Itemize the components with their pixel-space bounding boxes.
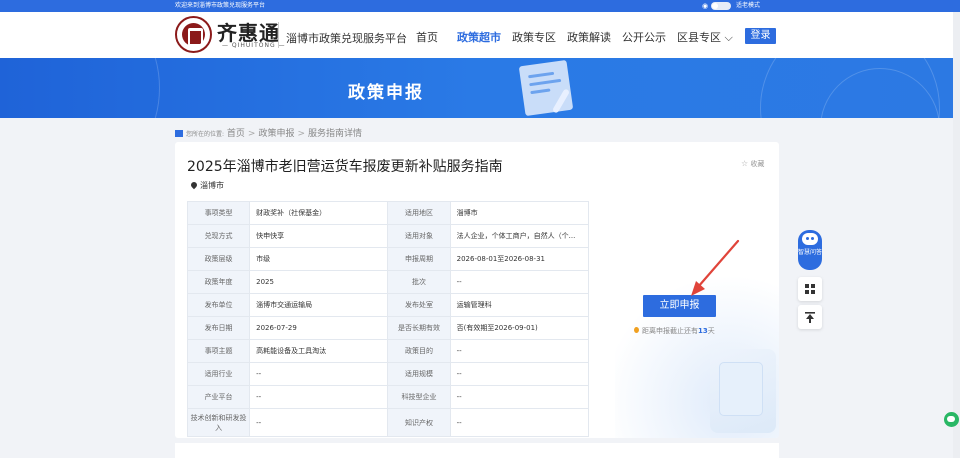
nav-public-notice[interactable]: 公开公示 (622, 29, 666, 45)
nav-policy-market[interactable]: 政策超市 (457, 29, 501, 45)
nav-district-zone[interactable]: 区县专区 ⌵ (677, 29, 733, 45)
logo-subtitle: — QIHUITONG — (222, 42, 286, 49)
info-label: 发布单位 (186, 293, 251, 317)
wechat-icon[interactable] (944, 412, 959, 427)
info-label: 产业平台 (186, 385, 251, 409)
welcome-text: 欢迎来到淄博市政策兑现服务平台 (175, 2, 266, 9)
info-value: -- (449, 385, 590, 409)
info-value: 高耗能设备及工具淘汰 (249, 339, 389, 363)
info-value: 财政奖补（社保基金） (249, 201, 389, 225)
breadcrumb-home[interactable]: 首页 (227, 129, 245, 139)
info-label: 事项类型 (186, 201, 251, 225)
info-value: 否(有效期至2026-09-01) (449, 316, 590, 340)
info-value: 2025 (249, 270, 389, 294)
smart-assistant-button[interactable]: 智慧问答 (798, 230, 822, 270)
page-scrollbar[interactable] (953, 12, 960, 458)
logo-emblem-icon[interactable] (175, 16, 212, 53)
breadcrumb: 您所在的位置: 首页 > 政策申报 > 服务指南详情 (175, 126, 362, 139)
breadcrumb-current: 服务指南详情 (308, 129, 363, 139)
home-icon (175, 130, 183, 137)
nav-policy-interpretation[interactable]: 政策解读 (567, 29, 611, 45)
nav-policy-zone[interactable]: 政策专区 (512, 29, 556, 45)
info-value: -- (249, 408, 389, 437)
info-label: 事项主题 (186, 339, 251, 363)
next-section-panel (175, 443, 779, 458)
info-label: 技术创新和研发投入 (186, 408, 251, 437)
nav-home[interactable]: 首页 (416, 29, 438, 45)
table-row: 兑现方式 快申快享 适用对象 法人企业，个体工商户，自然人（个... (186, 224, 590, 248)
table-row: 事项主题 高耗能设备及工具淘汰 政策目的 -- (186, 339, 590, 363)
info-label: 发布日期 (186, 316, 251, 340)
info-label: 适用行业 (186, 362, 251, 386)
info-value: 淄博市交通运输局 (249, 293, 389, 317)
info-label: 申报周期 (387, 247, 451, 271)
info-label: 适用地区 (387, 201, 451, 225)
robot-icon (802, 233, 818, 245)
table-row: 发布日期 2026-07-29 是否长期有效 否(有效期至2026-09-01) (186, 316, 590, 340)
table-row: 发布单位 淄博市交通运输局 发布处室 运输管理科 (186, 293, 590, 317)
banner-title: 政策申报 (348, 83, 424, 103)
red-arrow-annotation (691, 239, 740, 296)
info-value: 市级 (249, 247, 389, 271)
bulb-icon (634, 327, 639, 333)
info-value: -- (449, 339, 590, 363)
policy-title: 2025年淄博市老旧营运货车报废更新补贴服务指南 (187, 159, 503, 175)
info-value: 运输管理科 (449, 293, 590, 317)
info-value: -- (449, 362, 590, 386)
table-row: 技术创新和研发投入 -- 知识产权 -- (186, 408, 590, 437)
info-value: -- (249, 385, 389, 409)
back-to-top-button[interactable] (798, 305, 822, 329)
table-row: 政策层级 市级 申报周期 2026-08-01至2026-08-31 (186, 247, 590, 271)
qrcode-button[interactable] (798, 277, 822, 301)
info-value: 2026-08-01至2026-08-31 (449, 247, 590, 271)
policy-info-table: 事项类型 财政奖补（社保基金） 适用地区 淄博市 兑现方式 快申快享 适用对象 法人企业，个体… (186, 201, 590, 437)
deadline-countdown: 距离申报截止还有13天 (634, 326, 715, 336)
qrcode-icon (805, 284, 815, 294)
info-value: -- (249, 362, 389, 386)
favorite-button[interactable]: ☆ 收藏 (741, 159, 764, 169)
breadcrumb-policy-apply[interactable]: 政策申报 (258, 129, 294, 139)
info-value: 2026-07-29 (249, 316, 389, 340)
info-label: 发布处室 (387, 293, 451, 317)
info-label: 政策目的 (387, 339, 451, 363)
info-value: 法人企业，个体工商户，自然人（个... (449, 224, 590, 248)
table-row: 事项类型 财政奖补（社保基金） 适用地区 淄博市 (186, 201, 590, 225)
platform-name: 淄博市政策兑现服务平台 (286, 32, 407, 45)
login-button[interactable]: 登录 (745, 28, 776, 44)
elder-mode-label: 适老模式 (736, 2, 761, 9)
info-label: 政策年度 (186, 270, 251, 294)
table-row: 政策年度 2025 批次 -- (186, 270, 590, 294)
policy-region: 淄博市 (189, 180, 224, 191)
back-to-top-icon (805, 312, 815, 323)
banner: 政策申报 (0, 58, 953, 118)
eye-icon: ◉ (702, 2, 709, 10)
info-value: 快申快享 (249, 224, 389, 248)
info-label: 知识产权 (387, 408, 451, 437)
location-pin-icon (189, 180, 199, 190)
info-value: -- (449, 270, 590, 294)
info-label: 适用对象 (387, 224, 451, 248)
top-bar: 欢迎来到淄博市政策兑现服务平台 ◉ 适老模式 (0, 0, 960, 12)
info-value: 淄博市 (449, 201, 590, 225)
table-row: 产业平台 -- 科技型企业 -- (186, 385, 590, 409)
star-icon: ☆ (741, 159, 749, 168)
info-label: 政策层级 (186, 247, 251, 271)
info-label: 科技型企业 (387, 385, 451, 409)
table-row: 适用行业 -- 适用规模 -- (186, 362, 590, 386)
info-value: -- (449, 408, 590, 437)
elder-mode-toggle[interactable] (711, 2, 731, 10)
info-label: 是否长期有效 (387, 316, 451, 340)
info-label: 兑现方式 (186, 224, 251, 248)
logo-divider (278, 22, 279, 48)
info-label: 适用规模 (387, 362, 451, 386)
info-label: 批次 (387, 270, 451, 294)
